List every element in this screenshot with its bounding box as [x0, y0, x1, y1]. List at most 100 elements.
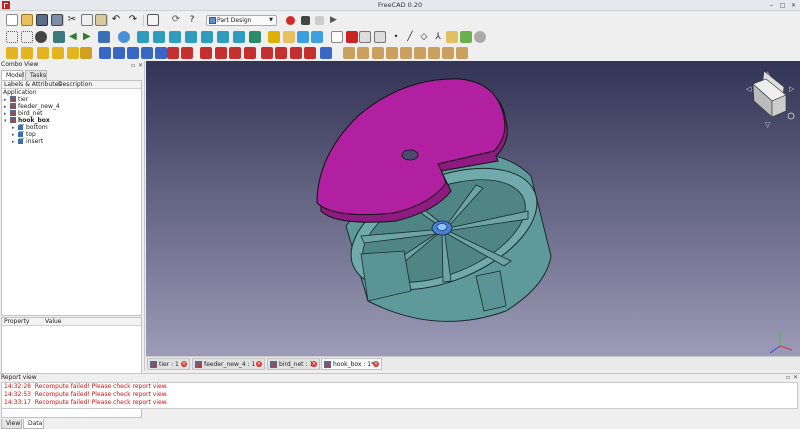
property-column-header[interactable]: Property — [4, 318, 29, 326]
multi-transform-icon[interactable] — [244, 47, 256, 59]
close-panel-icon[interactable]: ✕ — [138, 62, 143, 69]
stop-macro-icon[interactable] — [301, 16, 310, 25]
tab-tasks[interactable]: Tasks — [25, 70, 47, 80]
draw-style-icon[interactable] — [35, 31, 47, 43]
view-bottom-icon[interactable] — [217, 31, 229, 43]
doc-tab-feeder-new-4[interactable]: feeder_new_4 : 1 × — [192, 358, 265, 370]
boolean-icon[interactable] — [320, 47, 332, 59]
chamfer-icon[interactable] — [275, 47, 287, 59]
groove-icon[interactable] — [127, 47, 139, 59]
link-actions-icon[interactable] — [311, 31, 323, 43]
draft-icon[interactable] — [290, 47, 302, 59]
view-left-icon[interactable] — [233, 31, 245, 43]
tree-item-feeder-new-4[interactable]: ▸ feeder_new_4 — [4, 103, 60, 110]
recompute-icon[interactable]: ⟳ — [170, 14, 182, 26]
view-top-icon[interactable] — [169, 31, 181, 43]
sketch-icon[interactable] — [446, 31, 458, 43]
datum-plane-icon[interactable]: ◇ — [418, 31, 430, 43]
thickness-icon[interactable] — [304, 47, 316, 59]
close-window-icon[interactable]: ✕ — [790, 2, 797, 9]
linear-pattern-icon[interactable] — [215, 47, 227, 59]
float-panel-icon[interactable]: ▫ — [786, 374, 790, 381]
undo-icon[interactable]: ↶ — [110, 14, 122, 26]
datum-line-icon[interactable]: ╱ — [404, 31, 416, 43]
copy-icon[interactable] — [81, 14, 93, 26]
report-log[interactable]: 14:32:28 Recompute failed! Please check … — [1, 382, 798, 409]
tree-item-insert[interactable]: ▸ insert — [12, 138, 43, 145]
maximize-icon[interactable]: □ — [779, 2, 786, 9]
fit-all-icon[interactable] — [6, 31, 18, 43]
minimize-icon[interactable]: ‒ — [768, 2, 775, 9]
close-tab-icon[interactable]: × — [373, 361, 379, 367]
pad-icon[interactable] — [6, 47, 18, 59]
clone-icon[interactable] — [359, 31, 371, 43]
bend-icon[interactable] — [357, 47, 369, 59]
open-folder-icon[interactable] — [21, 14, 33, 26]
additive-primitive-icon[interactable] — [80, 47, 92, 59]
tree-item-hook-box[interactable]: ▾ hook_box — [4, 117, 50, 124]
forward-arrow-icon[interactable]: ▶ — [83, 31, 95, 43]
link-icon[interactable] — [297, 31, 309, 43]
description-header[interactable]: Description — [58, 81, 92, 89]
part-icon[interactable] — [268, 31, 280, 43]
hole-icon[interactable] — [113, 47, 125, 59]
validate-sketch-icon[interactable] — [460, 31, 472, 43]
group-icon[interactable] — [283, 31, 295, 43]
view-right-icon[interactable] — [185, 31, 197, 43]
mirrored-icon[interactable] — [200, 47, 212, 59]
refresh-icon[interactable] — [147, 14, 159, 26]
gear-icon[interactable] — [474, 31, 486, 43]
sub-shape-binder-icon[interactable] — [374, 31, 386, 43]
polar-pattern-icon[interactable] — [229, 47, 241, 59]
fold-icon[interactable] — [428, 47, 440, 59]
local-cs-icon[interactable]: ⅄ — [432, 31, 444, 43]
paste-icon[interactable] — [95, 14, 107, 26]
tab-data[interactable]: Data — [23, 419, 44, 429]
fillet-icon[interactable] — [261, 47, 273, 59]
save-as-icon[interactable] — [51, 14, 63, 26]
base-wall-icon[interactable] — [442, 47, 454, 59]
3d-model-scene[interactable]: ◁ ▷ △ ▽ — [146, 61, 800, 356]
additive-helix-icon[interactable] — [67, 47, 79, 59]
back-arrow-icon[interactable]: ◀ — [69, 31, 81, 43]
relief-icon[interactable] — [386, 47, 398, 59]
close-tab-icon[interactable]: × — [181, 361, 187, 367]
close-tab-icon[interactable]: × — [256, 361, 262, 367]
execute-macro-icon[interactable]: ▶ — [330, 14, 342, 26]
record-macro-icon[interactable] — [286, 16, 295, 25]
sheet-metal-icon[interactable] — [343, 47, 355, 59]
navigation-cube[interactable]: ◁ ▷ △ ▽ — [746, 70, 795, 129]
zoom-icon[interactable] — [118, 31, 130, 43]
macros-icon[interactable] — [315, 16, 324, 25]
view-isometric-icon[interactable] — [137, 31, 149, 43]
tree-root-application[interactable]: Application — [3, 89, 37, 96]
additive-pipe-icon[interactable] — [52, 47, 64, 59]
new-document-icon[interactable] — [6, 14, 18, 26]
point-icon[interactable]: • — [390, 31, 402, 43]
save-icon[interactable] — [36, 14, 48, 26]
bookmark-icon[interactable] — [98, 31, 110, 43]
labels-attributes-header[interactable]: Labels & Attributes — [4, 81, 61, 89]
revolution-icon[interactable] — [21, 47, 33, 59]
close-tab-icon[interactable]: × — [311, 361, 317, 367]
view-front-icon[interactable] — [153, 31, 165, 43]
subtractive-helix-icon[interactable] — [167, 47, 179, 59]
tree-item-top[interactable]: ▸ top — [12, 131, 36, 138]
fit-selection-icon[interactable] — [21, 31, 33, 43]
whats-this-icon[interactable]: ? — [186, 14, 198, 26]
tree-item-bottom[interactable]: ▸ bottom — [12, 124, 48, 131]
subtractive-loft-icon[interactable] — [141, 47, 153, 59]
tab-view[interactable]: View — [1, 419, 22, 429]
subtractive-pipe-icon[interactable] — [155, 47, 167, 59]
pocket-icon[interactable] — [99, 47, 111, 59]
float-panel-icon[interactable]: ▫ — [131, 62, 135, 69]
doc-tab-tier[interactable]: tier : 1 × — [147, 358, 190, 370]
tree-item-tier[interactable]: ▸ tier — [4, 96, 28, 103]
measure-icon[interactable] — [249, 31, 261, 43]
subtractive-primitive-icon[interactable] — [181, 47, 193, 59]
corner-icon[interactable] — [414, 47, 426, 59]
add-wall-icon[interactable] — [456, 47, 468, 59]
doc-tab-hook-box[interactable]: hook_box : 1* × — [321, 358, 382, 370]
junction-icon[interactable] — [400, 47, 412, 59]
unfold-icon[interactable] — [372, 47, 384, 59]
